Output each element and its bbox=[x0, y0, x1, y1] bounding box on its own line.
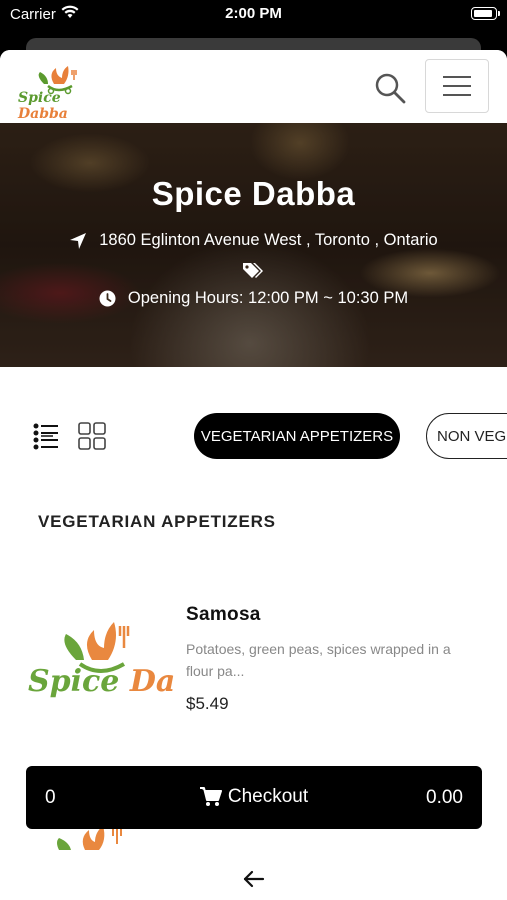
item-image-text: Spice Dabba bbox=[28, 664, 176, 699]
address-text: 1860 Eglinton Avenue West , Toronto , On… bbox=[99, 231, 438, 249]
list-view-icon bbox=[33, 423, 58, 450]
category-tab-vegetarian-appetizers[interactable]: VEGETARIAN APPETIZERS bbox=[194, 413, 400, 459]
menu-controls: VEGETARIAN APPETIZERS NON VEG bbox=[0, 367, 507, 467]
hamburger-menu-button[interactable] bbox=[425, 59, 489, 113]
restaurant-sheet: Spice Dabba Spice Dabba 1860 Eglinton Av… bbox=[0, 50, 507, 900]
list-view-button[interactable] bbox=[33, 422, 59, 450]
restaurant-hero: Spice Dabba 1860 Eglinton Avenue West , … bbox=[0, 123, 507, 367]
opening-hours: Opening Hours: 12:00 PM ~ 10:30 PM bbox=[0, 289, 507, 308]
menu-item[interactable]: Spice Dabba Samosa Potatoes, green peas,… bbox=[0, 600, 507, 720]
menu-line bbox=[443, 94, 471, 96]
header: Spice Dabba bbox=[0, 50, 507, 123]
search-icon bbox=[375, 73, 406, 104]
item-description: Potatoes, green peas, spices wrapped in … bbox=[186, 641, 451, 679]
battery-icon bbox=[471, 7, 500, 20]
back-button[interactable] bbox=[240, 865, 268, 893]
category-tab-non-veg[interactable]: NON VEG bbox=[426, 413, 507, 459]
checkout-button[interactable]: Checkout bbox=[26, 786, 482, 808]
menu-line bbox=[443, 76, 471, 78]
item-name: Samosa bbox=[186, 604, 261, 625]
checkout-bar[interactable]: 0 Checkout 0.00 bbox=[26, 766, 482, 829]
item-price: $5.49 bbox=[186, 694, 229, 713]
section-title: VEGETARIAN APPETIZERS bbox=[38, 512, 276, 531]
status-bar: Carrier 2:00 PM bbox=[0, 0, 507, 30]
back-arrow-icon bbox=[243, 870, 265, 888]
checkout-label: Checkout bbox=[227, 786, 309, 807]
tags-row bbox=[0, 261, 507, 279]
grid-view-icon bbox=[78, 422, 106, 450]
item-image: Spice Dabba bbox=[26, 608, 176, 704]
tags-icon bbox=[242, 263, 263, 278]
status-time: 2:00 PM bbox=[225, 5, 282, 22]
logo-text: Spice Dabba bbox=[18, 90, 68, 122]
menu-line bbox=[443, 85, 471, 87]
cart-icon bbox=[199, 787, 222, 806]
location-arrow-icon bbox=[70, 232, 87, 249]
logo[interactable]: Spice Dabba bbox=[18, 62, 104, 122]
restaurant-name: Spice Dabba bbox=[151, 175, 356, 212]
clock-icon bbox=[99, 290, 116, 307]
search-button[interactable] bbox=[370, 68, 410, 108]
grid-view-button[interactable] bbox=[78, 422, 106, 450]
cart-total: 0.00 bbox=[426, 787, 463, 808]
hours-text: Opening Hours: 12:00 PM ~ 10:30 PM bbox=[127, 289, 409, 307]
restaurant-address: 1860 Eglinton Avenue West , Toronto , On… bbox=[0, 231, 507, 250]
